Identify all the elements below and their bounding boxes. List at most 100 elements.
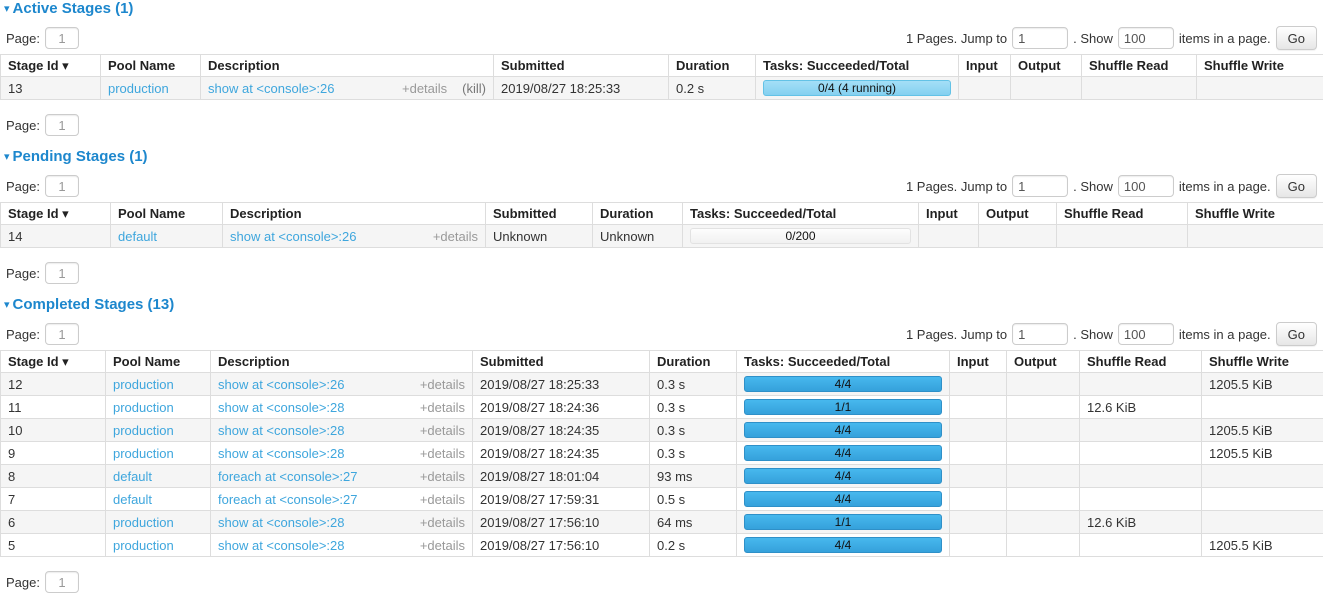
details-toggle[interactable]: +details [420, 469, 465, 484]
jump-to-page-input[interactable] [1012, 27, 1068, 49]
section-header-pending-stages[interactable]: ▾Pending Stages (1) [0, 148, 1323, 165]
column-header-shuffle-read[interactable]: Shuffle Read [1080, 351, 1202, 373]
description-link[interactable]: show at <console>:26 [218, 377, 344, 392]
page-label: Page: [6, 31, 40, 46]
shuffle-read-cell [1057, 225, 1188, 248]
pool-name-cell: default [111, 225, 223, 248]
column-header-output[interactable]: Output [1011, 55, 1082, 77]
section-header-completed-stages[interactable]: ▾Completed Stages (13) [0, 296, 1323, 313]
items-text: items in a page. [1179, 179, 1271, 194]
page-input[interactable] [45, 114, 79, 136]
page-input[interactable] [45, 262, 79, 284]
description-link[interactable]: foreach at <console>:27 [218, 469, 358, 484]
details-toggle[interactable]: +details [420, 423, 465, 438]
details-toggle[interactable]: +details [420, 377, 465, 392]
column-header-stage-id[interactable]: Stage Id ▾ [1, 351, 106, 373]
pool-name-link[interactable]: production [113, 377, 174, 392]
pool-name-link[interactable]: production [113, 400, 174, 415]
show-items-input[interactable] [1118, 323, 1174, 345]
show-text: . Show [1073, 327, 1113, 342]
column-header-tasks-succeeded-total[interactable]: Tasks: Succeeded/Total [756, 55, 959, 77]
stage-row: 6production+detailsshow at <console>:282… [1, 511, 1323, 534]
pagination-bar: Page: 1 Pages. Jump to . Show items in a… [0, 27, 1323, 49]
pool-name-link[interactable]: production [113, 515, 174, 530]
input-cell [950, 373, 1007, 396]
description-link[interactable]: show at <console>:28 [218, 446, 344, 461]
column-header-submitted[interactable]: Submitted [494, 55, 669, 77]
column-header-output[interactable]: Output [979, 203, 1057, 225]
column-header-duration[interactable]: Duration [650, 351, 737, 373]
column-header-shuffle-write[interactable]: Shuffle Write [1202, 351, 1323, 373]
tasks-cell: 4/4 [737, 534, 950, 557]
input-cell [950, 534, 1007, 557]
details-toggle[interactable]: +details [420, 400, 465, 415]
description-link[interactable]: show at <console>:28 [218, 515, 344, 530]
pool-name-link[interactable]: production [113, 446, 174, 461]
description-link[interactable]: show at <console>:28 [218, 423, 344, 438]
page-input[interactable] [45, 323, 79, 345]
details-toggle[interactable]: +details [433, 229, 478, 244]
column-header-duration[interactable]: Duration [669, 55, 756, 77]
show-items-input[interactable] [1118, 27, 1174, 49]
column-header-shuffle-read[interactable]: Shuffle Read [1057, 203, 1188, 225]
kill-link[interactable]: (kill) [462, 81, 486, 96]
column-header-output[interactable]: Output [1007, 351, 1080, 373]
show-items-input[interactable] [1118, 175, 1174, 197]
column-header-pool-name[interactable]: Pool Name [101, 55, 201, 77]
output-cell [1011, 77, 1082, 100]
column-header-description[interactable]: Description [201, 55, 494, 77]
jump-to-page-input[interactable] [1012, 323, 1068, 345]
column-header-stage-id[interactable]: Stage Id ▾ [1, 203, 111, 225]
description-link[interactable]: show at <console>:26 [230, 229, 356, 244]
details-toggle[interactable]: +details [420, 515, 465, 530]
output-cell [1007, 511, 1080, 534]
page-input[interactable] [45, 27, 79, 49]
description-link[interactable]: show at <console>:28 [218, 400, 344, 415]
column-header-input[interactable]: Input [919, 203, 979, 225]
pool-name-link[interactable]: production [108, 81, 169, 96]
column-header-shuffle-write[interactable]: Shuffle Write [1197, 55, 1323, 77]
column-header-tasks-succeeded-total[interactable]: Tasks: Succeeded/Total [683, 203, 919, 225]
go-button[interactable]: Go [1276, 322, 1317, 346]
pool-name-link[interactable]: production [113, 423, 174, 438]
column-header-duration[interactable]: Duration [593, 203, 683, 225]
column-header-submitted[interactable]: Submitted [486, 203, 593, 225]
column-header-pool-name[interactable]: Pool Name [106, 351, 211, 373]
shuffle-write-cell [1188, 225, 1323, 248]
column-header-shuffle-write[interactable]: Shuffle Write [1188, 203, 1323, 225]
column-header-pool-name[interactable]: Pool Name [111, 203, 223, 225]
details-toggle[interactable]: +details [420, 538, 465, 553]
stage-id-cell: 14 [1, 225, 111, 248]
column-header-input[interactable]: Input [959, 55, 1011, 77]
column-header-input[interactable]: Input [950, 351, 1007, 373]
column-header-description[interactable]: Description [211, 351, 473, 373]
pool-name-cell: production [106, 534, 211, 557]
details-toggle[interactable]: +details [402, 81, 447, 96]
description-link[interactable]: foreach at <console>:27 [218, 492, 358, 507]
page-input[interactable] [45, 571, 79, 593]
jump-to-page-input[interactable] [1012, 175, 1068, 197]
show-text: . Show [1073, 179, 1113, 194]
pool-name-link[interactable]: default [113, 492, 152, 507]
column-header-submitted[interactable]: Submitted [473, 351, 650, 373]
description-link[interactable]: show at <console>:28 [218, 538, 344, 553]
description-cell: +details show at <console>:28 [211, 442, 473, 465]
column-header-tasks-succeeded-total[interactable]: Tasks: Succeeded/Total [737, 351, 950, 373]
shuffle-write-cell [1202, 396, 1323, 419]
description-link[interactable]: show at <console>:26 [208, 81, 334, 96]
column-header-shuffle-read[interactable]: Shuffle Read [1082, 55, 1197, 77]
pool-name-link[interactable]: default [113, 469, 152, 484]
column-header-stage-id[interactable]: Stage Id ▾ [1, 55, 101, 77]
stage-row: 12production+detailsshow at <console>:26… [1, 373, 1323, 396]
page-input[interactable] [45, 175, 79, 197]
go-button[interactable]: Go [1276, 26, 1317, 50]
section-header-active-stages[interactable]: ▾Active Stages (1) [0, 0, 1323, 17]
details-toggle[interactable]: +details [420, 492, 465, 507]
go-button[interactable]: Go [1276, 174, 1317, 198]
details-toggle[interactable]: +details [420, 446, 465, 461]
pool-name-link[interactable]: default [118, 229, 157, 244]
pool-name-link[interactable]: production [113, 538, 174, 553]
stage-id-cell: 6 [1, 511, 106, 534]
column-header-description[interactable]: Description [223, 203, 486, 225]
output-cell [979, 225, 1057, 248]
